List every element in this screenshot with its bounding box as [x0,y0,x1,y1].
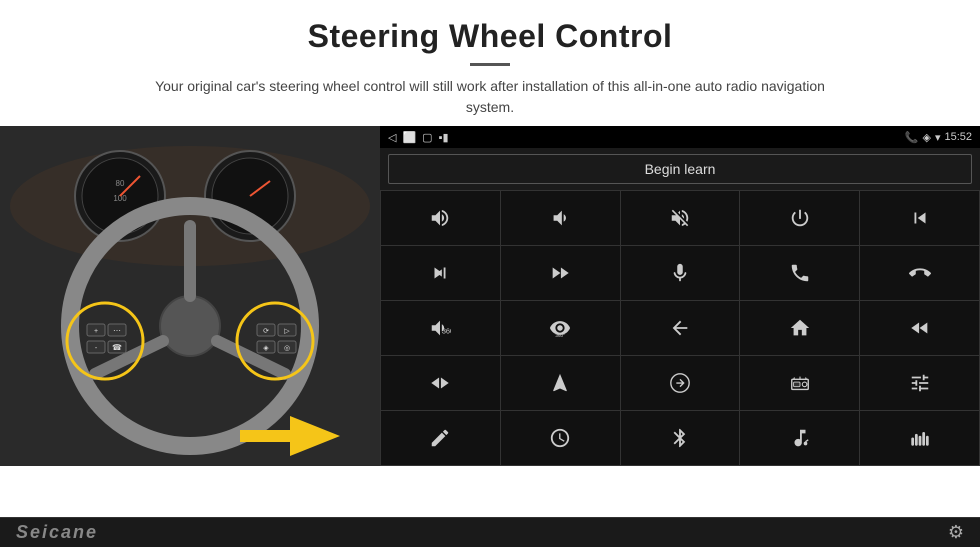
music-button[interactable] [740,411,859,465]
header-section: Steering Wheel Control Your original car… [0,0,980,126]
view360-button[interactable]: 360° [501,301,620,355]
page-container: Steering Wheel Control Your original car… [0,0,980,547]
svg-text:☎: ☎ [112,343,122,352]
power-button[interactable] [740,191,859,245]
radio-button[interactable] [740,356,859,410]
svg-text:80: 80 [116,179,125,188]
vol-up-button[interactable] [381,191,500,245]
steering-image: 80 100 + [0,126,380,466]
page-title: Steering Wheel Control [0,18,980,55]
radio-icon [789,372,811,394]
rewind-button[interactable] [860,301,979,355]
phone-answer-icon [789,262,811,284]
back-button[interactable] [621,301,740,355]
svg-text:360°: 360° [556,333,566,338]
settings-icon[interactable]: ⚙ [948,522,964,543]
vol-down-button[interactable] [501,191,620,245]
content-section: 80 100 + [0,126,980,517]
phone-hangup-icon [909,262,931,284]
title-divider [470,63,510,66]
mute-icon [669,207,691,229]
begin-learn-button[interactable]: Begin learn [388,154,972,184]
status-bar-left: ◁ ⬜ ▢ ▪▮ [388,131,449,144]
tune-icon [909,372,931,394]
svg-text:⟳: ⟳ [263,328,269,335]
wifi-status-icon: ▾ [935,131,941,144]
svg-text:▷: ▷ [284,328,290,335]
begin-learn-row: Begin learn [380,148,980,190]
subtitle: Your original car's steering wheel contr… [150,76,830,118]
phone-status-icon: 📞 [905,131,919,144]
horn-icon: 360 [429,317,451,339]
view360-icon: 360° [549,317,571,339]
pen-icon [429,427,451,449]
steering-wheel-svg: 80 100 + [0,126,380,466]
next-track-button[interactable] [381,246,500,300]
fast-fwd-icon [549,262,571,284]
svg-text:+: + [94,328,98,335]
button-grid: 360 360° [380,190,980,466]
navigate-icon [549,372,571,394]
power-icon [789,207,811,229]
spectrum-icon [909,427,931,449]
home-button[interactable] [740,301,859,355]
mic-icon [669,262,691,284]
rewind-icon [909,317,931,339]
svg-text:⋯: ⋯ [113,326,121,335]
mic-button[interactable] [621,246,740,300]
back-icon [669,317,691,339]
phone-hangup-button[interactable] [860,246,979,300]
time-display: 15:52 [944,131,972,143]
phone-answer-button[interactable] [740,246,859,300]
status-bar-right: 📞 ◈ ▾ 15:52 [905,131,972,144]
footer: Seicane ⚙ [0,517,980,547]
navigate-button[interactable] [501,356,620,410]
vol-down-icon [549,207,571,229]
back-nav-icon[interactable]: ◁ [388,131,396,144]
svg-text:360: 360 [442,327,451,336]
spectrum-button[interactable] [860,411,979,465]
horn-button[interactable]: 360 [381,301,500,355]
vol-up-icon [429,207,451,229]
bluetooth-icon [669,427,691,449]
prev-track-button[interactable] [860,191,979,245]
svg-text:◈: ◈ [263,345,269,352]
fast-skip-icon [429,372,451,394]
home-nav-icon[interactable]: ⬜ [402,131,416,144]
svg-text:◎: ◎ [284,345,290,352]
fast-skip-button[interactable] [381,356,500,410]
brand-name: Seicane [16,522,98,543]
next-track-icon [429,262,451,284]
head-unit: ◁ ⬜ ▢ ▪▮ 📞 ◈ ▾ 15:52 Begin learn [380,126,980,466]
fast-fwd-button[interactable] [501,246,620,300]
location-status-icon: ◈ [922,131,930,144]
clock-icon [549,427,571,449]
recents-nav-icon[interactable]: ▢ [422,131,432,144]
equalizer-button[interactable] [621,356,740,410]
music-icon [789,427,811,449]
pen-button[interactable] [381,411,500,465]
tune-button[interactable] [860,356,979,410]
prev-track-icon [909,207,931,229]
home-icon [789,317,811,339]
clock-button[interactable] [501,411,620,465]
equalizer-icon [669,372,691,394]
status-bar: ◁ ⬜ ▢ ▪▮ 📞 ◈ ▾ 15:52 [380,126,980,148]
mute-button[interactable] [621,191,740,245]
bluetooth-button[interactable] [621,411,740,465]
sim-icon: ▪▮ [439,131,449,144]
